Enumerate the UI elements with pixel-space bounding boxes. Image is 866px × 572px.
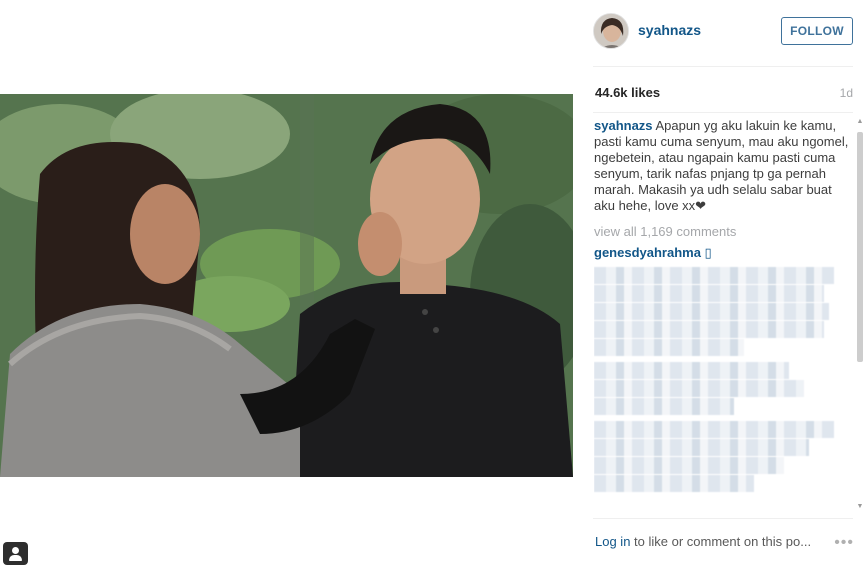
comment-username[interactable]: genesdyahrahma ▯ bbox=[594, 245, 856, 261]
blurred-line bbox=[594, 285, 824, 302]
blurred-comment bbox=[594, 421, 856, 492]
avatar-image bbox=[594, 14, 628, 48]
blurred-line bbox=[594, 457, 784, 474]
comments-scrollbar[interactable]: ▲ ▼ bbox=[856, 118, 864, 513]
blurred-line bbox=[594, 421, 834, 438]
blurred-line bbox=[594, 321, 824, 338]
blurred-comment bbox=[594, 267, 856, 356]
post-age[interactable]: 1d bbox=[840, 86, 853, 100]
post-header: syahnazs FOLLOW bbox=[573, 0, 866, 66]
login-prompt: Log in to like or comment on this po... bbox=[595, 534, 811, 549]
post-username[interactable]: syahnazs bbox=[638, 22, 701, 38]
caption-username[interactable]: syahnazs bbox=[594, 118, 653, 133]
blurred-line bbox=[594, 439, 809, 456]
post-caption: syahnazs Apapun yg aku lakuin ke kamu, p… bbox=[594, 118, 856, 214]
blurred-line bbox=[594, 339, 744, 356]
blurred-line bbox=[594, 380, 804, 397]
blurred-comment bbox=[594, 362, 856, 415]
post-photo[interactable] bbox=[0, 94, 573, 477]
instagram-post-page: syahnazs FOLLOW 44.6k likes 1d syahnazs … bbox=[0, 0, 866, 572]
login-link[interactable]: Log in bbox=[595, 534, 630, 549]
comments-list[interactable]: syahnazs Apapun yg aku lakuin ke kamu, p… bbox=[594, 118, 856, 513]
scroll-thumb[interactable] bbox=[857, 132, 863, 362]
blurred-line bbox=[594, 362, 789, 379]
blurred-line bbox=[594, 398, 734, 415]
post-footer: Log in to like or comment on this po... … bbox=[573, 518, 866, 572]
post-sidebar: syahnazs FOLLOW 44.6k likes 1d syahnazs … bbox=[573, 0, 866, 572]
blurred-line bbox=[594, 303, 829, 320]
user-tag-icon[interactable] bbox=[3, 542, 28, 565]
likes-count[interactable]: 44.6k likes bbox=[595, 85, 660, 100]
view-all-comments-link[interactable]: view all 1,169 comments bbox=[594, 224, 856, 239]
login-prompt-rest: to like or comment on this po... bbox=[630, 534, 812, 549]
header-divider bbox=[593, 66, 853, 67]
scroll-up-icon[interactable]: ▲ bbox=[856, 118, 864, 128]
blurred-line bbox=[594, 267, 834, 284]
blurred-line bbox=[594, 475, 754, 492]
post-photo-art bbox=[0, 94, 573, 477]
more-options-icon[interactable]: ••• bbox=[834, 534, 854, 552]
avatar[interactable] bbox=[593, 13, 629, 49]
follow-button[interactable]: FOLLOW bbox=[781, 17, 853, 45]
scroll-down-icon[interactable]: ▼ bbox=[856, 503, 864, 513]
likes-divider bbox=[593, 112, 853, 113]
